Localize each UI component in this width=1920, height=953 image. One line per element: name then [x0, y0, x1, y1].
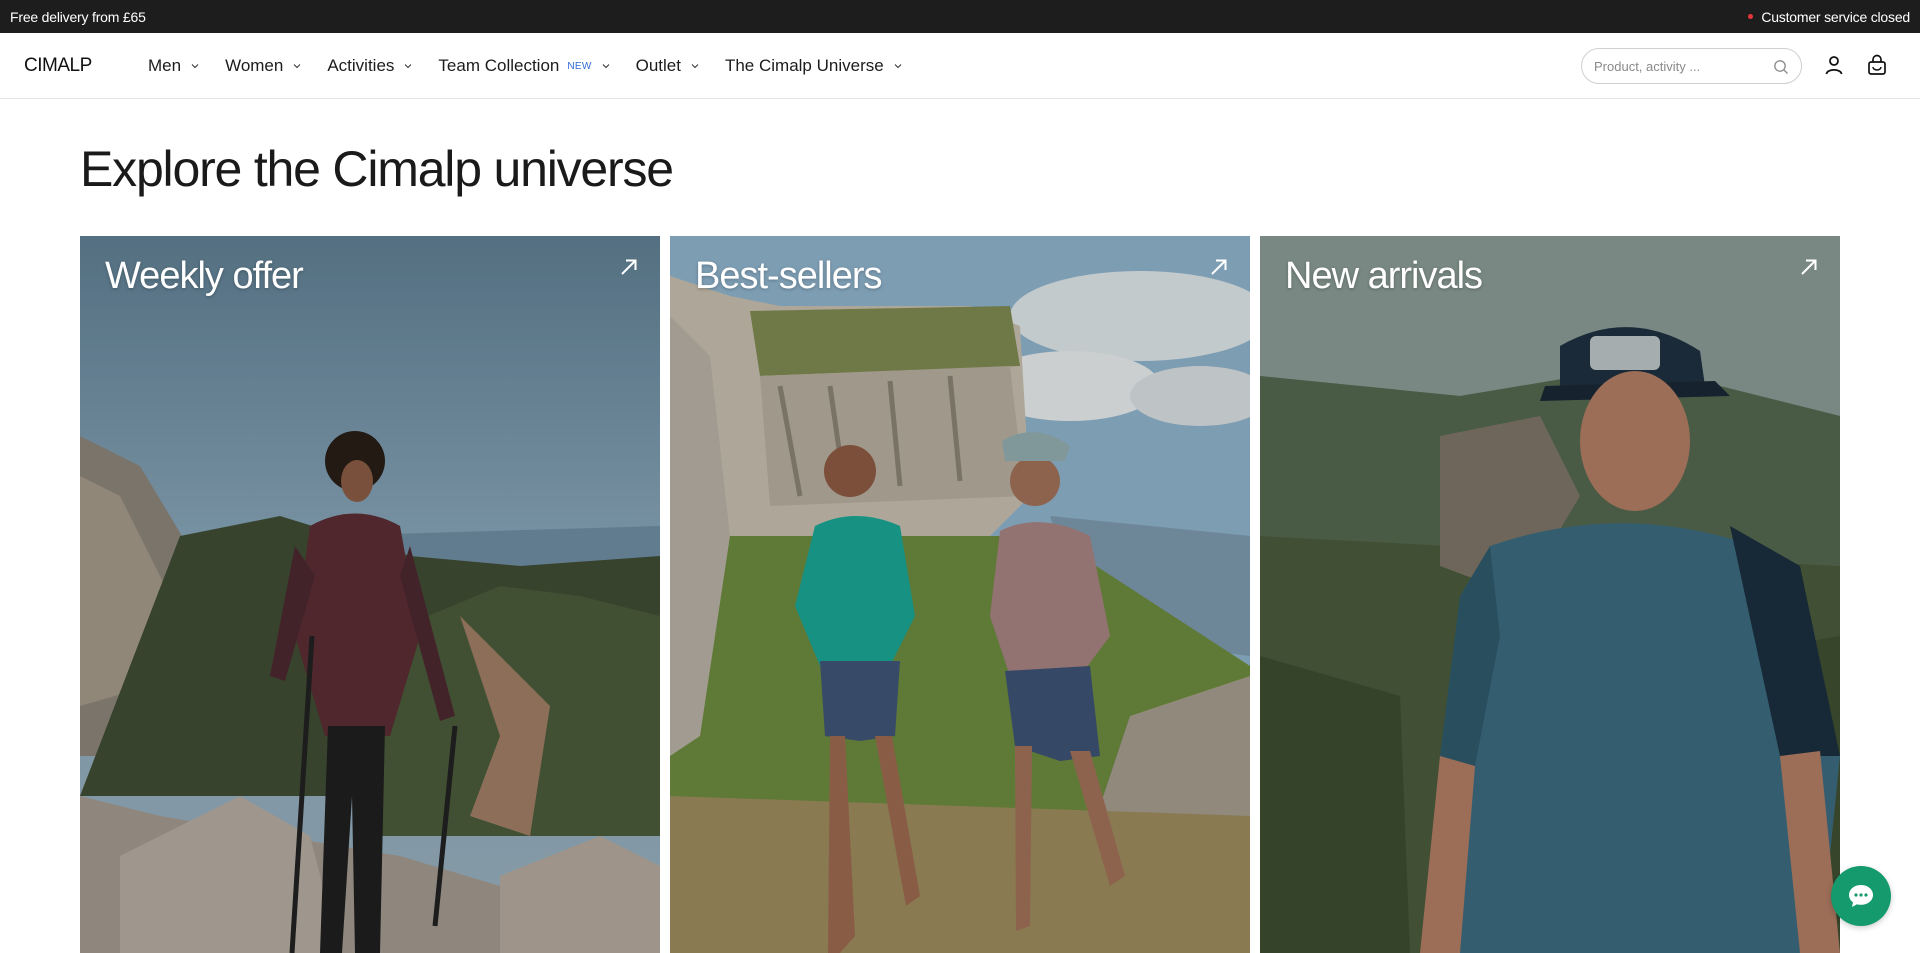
- announcement-bar: Free delivery from £65 Customer service …: [0, 0, 1920, 33]
- nav-item-outlet[interactable]: Outlet: [636, 56, 699, 76]
- chevron-down-icon: [691, 64, 699, 69]
- bag-icon[interactable]: [1867, 54, 1887, 76]
- status-dot-icon: [1748, 14, 1754, 19]
- nav-item-team-collection[interactable]: Team Collection NEW: [438, 56, 609, 76]
- nav-item-women[interactable]: Women: [225, 56, 301, 76]
- search-input[interactable]: [1594, 58, 1764, 74]
- new-arrivals-image: [1260, 236, 1840, 953]
- nav-item-label: Outlet: [635, 56, 681, 75]
- card-new-arrivals[interactable]: New arrivals: [1260, 236, 1840, 953]
- universe-cards: Weekly offer Best-sellers New arrivals: [80, 236, 1840, 953]
- chevron-down-icon: [293, 64, 301, 69]
- search-box[interactable]: [1581, 48, 1802, 84]
- customer-service-text: Customer service closed: [1761, 8, 1910, 25]
- site-header: CIMALP Men Women Activities Team Collect…: [0, 33, 1920, 99]
- nav-item-label: Team Collection: [438, 56, 560, 75]
- new-badge: NEW: [567, 60, 592, 72]
- card-title: Best-sellers: [695, 255, 882, 297]
- arrow-up-right-icon: [1801, 259, 1817, 275]
- cimalp-logo[interactable]: CIMALP: [24, 55, 92, 77]
- page-title: Explore the Cimalp universe: [80, 141, 674, 197]
- nav-item-cimalp-universe[interactable]: The Cimalp Universe: [725, 56, 902, 76]
- customer-service-status[interactable]: Customer service closed: [1748, 9, 1910, 25]
- card-title: Weekly offer: [105, 255, 304, 297]
- main-nav: Men Women Activities Team Collection NEW…: [148, 33, 928, 99]
- card-best-sellers[interactable]: Best-sellers: [670, 236, 1250, 953]
- chevron-down-icon: [405, 64, 412, 69]
- nav-item-activities[interactable]: Activities: [327, 56, 412, 76]
- user-icon[interactable]: [1825, 55, 1843, 75]
- chat-bubble-icon: [1849, 885, 1873, 907]
- free-delivery-text: Free delivery from £65: [10, 8, 146, 25]
- card-weekly-offer[interactable]: Weekly offer: [80, 236, 660, 953]
- card-title: New arrivals: [1285, 255, 1483, 297]
- chat-button[interactable]: [1831, 866, 1891, 926]
- nav-item-label: Women: [225, 56, 284, 75]
- chevron-down-icon: [191, 64, 199, 69]
- search-icon[interactable]: [1773, 59, 1789, 75]
- nav-item-label: Men: [148, 56, 182, 75]
- best-sellers-image: [670, 236, 1250, 953]
- chevron-down-icon: [602, 64, 609, 69]
- nav-item-label: Activities: [327, 56, 395, 75]
- chevron-down-icon: [894, 64, 902, 69]
- nav-item-men[interactable]: Men: [148, 56, 199, 76]
- arrow-up-right-icon: [1211, 259, 1227, 275]
- weekly-offer-image: [80, 236, 660, 953]
- nav-item-label: The Cimalp Universe: [724, 56, 884, 75]
- arrow-up-right-icon: [621, 259, 637, 275]
